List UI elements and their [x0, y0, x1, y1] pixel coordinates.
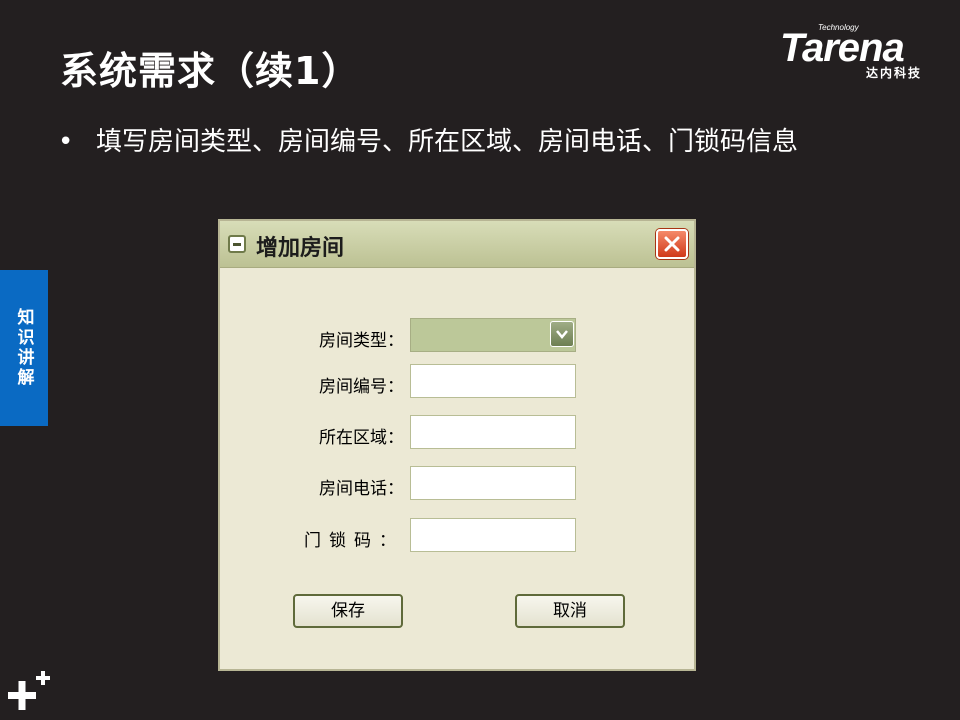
side-tab-label: 知识讲解	[13, 308, 34, 388]
room-phone-label: 房间电话：	[319, 479, 404, 499]
dialog-title: 增加房间	[256, 236, 345, 261]
add-room-dialog: 增加房间 房间类型： 房间编号： 所在区域： 房间电话： 门锁码： 保存 取消	[218, 219, 696, 671]
logo-chinese-name: 达内科技	[866, 66, 923, 80]
lock-code-input[interactable]	[410, 518, 576, 552]
bullet-list: • 填写房间类型、房间编号、所在区域、房间电话、门锁码信息	[58, 122, 898, 162]
save-button[interactable]: 保存	[293, 594, 403, 628]
room-number-label: 房间编号：	[319, 377, 404, 397]
area-input[interactable]	[410, 415, 576, 449]
side-tab: 知识讲解	[0, 270, 48, 426]
room-number-row: 房间编号：	[220, 364, 694, 400]
tarena-logo: Technology Tarena 达内科技	[780, 22, 945, 82]
window-menu-icon[interactable]	[228, 235, 246, 253]
lock-code-row: 门锁码：	[220, 518, 694, 554]
plus-plus-icon	[6, 668, 56, 714]
dialog-titlebar[interactable]: 增加房间	[220, 221, 694, 268]
area-row: 所在区域：	[220, 415, 694, 451]
lock-code-label: 门锁码：	[304, 531, 404, 551]
close-x-icon	[664, 236, 680, 252]
cancel-button[interactable]: 取消	[515, 594, 625, 628]
room-type-label: 房间类型：	[319, 331, 404, 351]
bullet-dot-icon: •	[58, 127, 74, 157]
chevron-down-icon	[556, 330, 568, 339]
bullet-text: 填写房间类型、房间编号、所在区域、房间电话、门锁码信息	[96, 127, 799, 157]
room-phone-input[interactable]	[410, 466, 576, 500]
slide-title: 系统需求（续1）	[60, 49, 361, 93]
room-phone-row: 房间电话：	[220, 466, 694, 502]
room-type-dropdown-button[interactable]	[550, 321, 574, 347]
close-button[interactable]	[656, 229, 688, 259]
room-number-input[interactable]	[410, 364, 576, 398]
room-type-row: 房间类型：	[220, 318, 694, 354]
area-label: 所在区域：	[319, 428, 404, 448]
